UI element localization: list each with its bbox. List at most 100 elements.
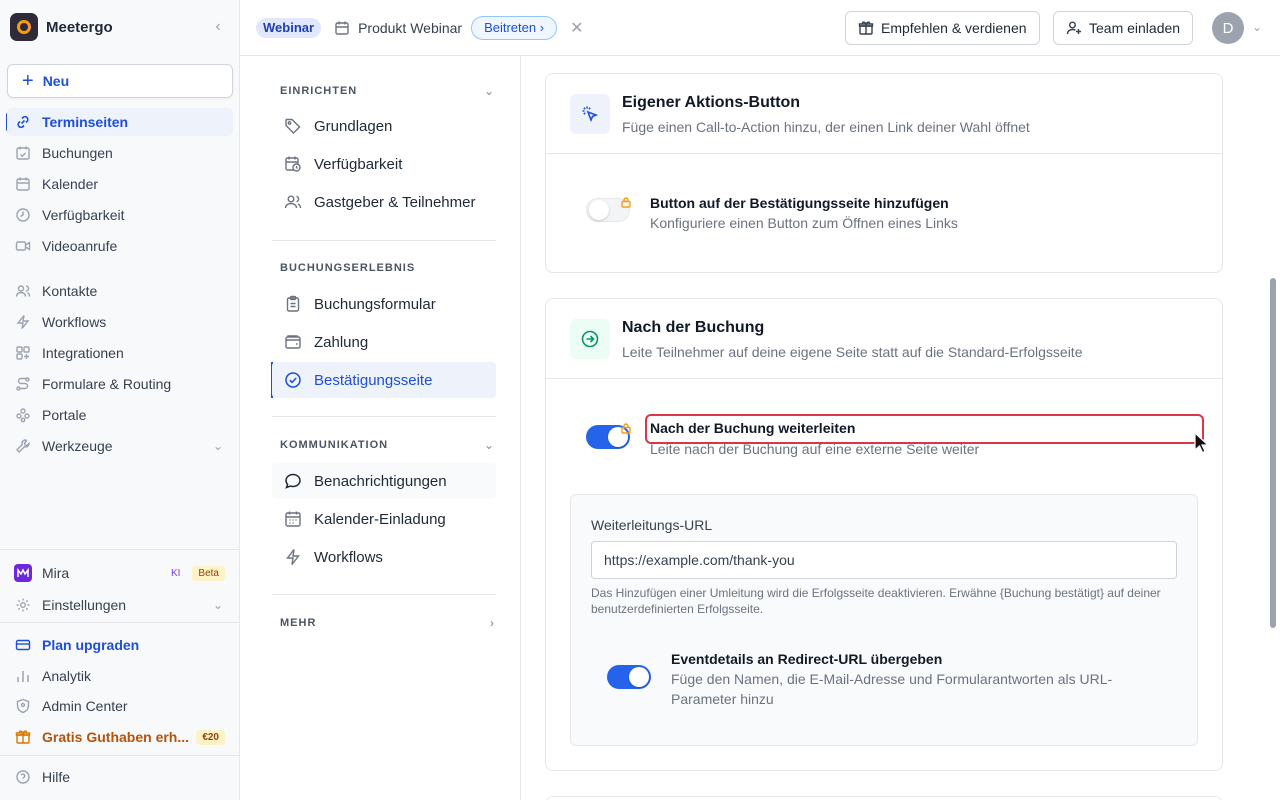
sidebar-divider [0,622,239,623]
wallet-icon [284,333,302,351]
brand[interactable]: Meetergo ‹ [10,13,228,41]
settings-item-grundlagen[interactable]: Grundlagen [272,108,496,144]
settings-item-buchungsformular[interactable]: Buchungsformular [272,286,496,322]
option-title: Button auf der Bestätigungsseite hinzufü… [650,195,949,211]
sidebar-item-label: Plan upgraden [42,637,140,653]
scrollbar[interactable] [1270,278,1276,628]
sidebar-item-gratis-guthaben[interactable]: Gratis Guthaben erh... €20 [7,723,233,751]
url-label: Weiterleitungs-URL [591,517,713,533]
settings-item-label: Workflows [314,548,383,566]
chevron-down-icon: ⌄ [212,598,223,612]
sidebar-item-label: Integrationen [42,345,124,361]
calendar-clock-icon [284,155,302,173]
sidebar-item-buchungen[interactable]: Buchungen [7,139,233,167]
sidebar-item-videoanrufe[interactable]: Videoanrufe [7,232,233,260]
cursor-click-icon [570,94,610,134]
invite-team-button[interactable]: Team einladen [1053,11,1194,45]
sidebar-item-label: Workflows [42,314,107,330]
webinar-tag: Webinar [256,17,322,38]
arrow-circle-right-icon [570,319,610,359]
sidebar-item-label: Einstellungen [42,597,127,613]
pass-event-details-toggle[interactable] [607,665,651,689]
card-subtitle: Leite Teilnehmer auf deine eigene Seite … [622,344,1083,360]
card-title: Eigener Aktions-Button [622,94,801,111]
sidebar-item-terminseiten[interactable]: Terminseiten [7,108,233,136]
avatar[interactable]: D [1212,12,1244,44]
after-booking-card: Nach der Buchung Leite Teilnehmer auf de… [545,298,1223,771]
settings-item-workflows[interactable]: Workflows [272,539,496,575]
gift-icon [858,21,874,35]
section-title: EINRICHTEN [280,85,358,97]
redirect-settings-panel: Weiterleitungs-URL Das Hinzufügen einer … [570,494,1198,746]
sidebar-item-admin-center[interactable]: Admin Center [7,692,233,720]
sidebar-item-einstellungen[interactable]: Einstellungen ⌄ [7,591,233,619]
sidebar-item-kontakte[interactable]: Kontakte [7,277,233,305]
option-description: Füge den Namen, die E-Mail-Adresse und F… [671,671,1113,707]
card-title: Nach der Buchung [622,319,765,336]
sidebar-item-formulare-routing[interactable]: Formulare & Routing [7,370,233,398]
calendar-grid-icon [284,510,302,528]
plus-icon: + [22,70,34,92]
sidebar-item-verfuegbarkeit[interactable]: Verfügbarkeit [7,201,233,229]
users-icon [284,193,302,211]
video-icon [14,237,32,255]
section-title: MEHR [280,617,317,629]
recommend-button[interactable]: Empfehlen & verdienen [845,11,1040,45]
settings-item-kalender-einladung[interactable]: Kalender-Einladung [272,501,496,537]
sidebar-item-label: Portale [42,407,87,423]
option-title: Eventdetails an Redirect-URL übergeben [671,651,943,667]
gift-icon [14,728,32,746]
card-subtitle: Füge einen Call-to-Action hinzu, der ein… [622,119,1030,135]
settings-divider [272,240,496,241]
sidebar-item-integrationen[interactable]: Integrationen [7,339,233,367]
redirect-hint: Das Hinzufügen einer Umleitung wird die … [591,586,1161,616]
collapse-sidebar-icon[interactable]: ‹ [208,18,228,36]
sidebar-item-workflows[interactable]: Workflows [7,308,233,336]
clipboard-icon [284,295,302,313]
sidebar-item-hilfe[interactable]: Hilfe [7,763,233,791]
sidebar-item-mira[interactable]: Mira KI Beta [7,559,233,587]
sidebar-item-label: Mira [42,565,70,581]
join-button[interactable]: Beitreten › [471,15,558,40]
action-button-card: Eigener Aktions-Button Füge einen Call-t… [545,73,1223,273]
mira-icon [14,564,32,582]
sidebar-item-werkzeuge[interactable]: Werkzeuge ⌄ [7,432,233,460]
sidebar-item-label: Buchungen [42,145,113,161]
settings-item-verfuegbarkeit[interactable]: Verfügbarkeit [272,146,496,182]
new-button[interactable]: + Neu [7,64,233,98]
settings-item-bestaetigungsseite[interactable]: Bestätigungsseite [272,362,496,398]
credit-card-icon [14,636,32,654]
shield-icon [14,697,32,715]
sidebar-item-label: Admin Center [42,698,128,714]
section-mehr[interactable]: MEHR › [280,616,494,630]
chevron-down-icon[interactable]: ⌄ [1252,20,1262,34]
settings-item-zahlung[interactable]: Zahlung [272,324,496,360]
new-button-label: Neu [42,73,70,89]
sidebar-divider [0,755,239,756]
help-icon [14,768,32,786]
settings-item-gastgeber[interactable]: Gastgeber & Teilnehmer [272,184,496,220]
section-kommunikation[interactable]: KOMMUNIKATION ⌄ [280,438,494,452]
chevron-down-icon: ⌄ [483,438,494,452]
mouse-cursor-icon [1194,432,1210,454]
settings-item-benachrichtigungen[interactable]: Benachrichtigungen [272,463,496,499]
gear-icon [14,596,32,614]
bar-chart-icon [14,667,32,685]
next-card [545,796,1223,800]
close-icon[interactable]: ✕ [570,18,583,38]
settings-divider [272,594,496,595]
brand-name: Meetergo [46,18,113,36]
sidebar-item-label: Gratis Guthaben erh... [42,729,190,745]
sidebar-item-label: Werkzeuge [42,438,113,454]
sidebar-item-kalender[interactable]: Kalender [7,170,233,198]
message-icon [284,472,302,490]
settings-item-label: Bestätigungsseite [314,371,433,389]
sidebar-item-analytik[interactable]: Analytik [7,662,233,690]
sidebar-item-portale[interactable]: Portale [7,401,233,429]
calendar-icon [335,21,349,35]
sidebar-item-plan-upgraden[interactable]: Plan upgraden [7,631,233,659]
sidebar-divider [0,549,239,550]
join-button-label: Beitreten [484,20,537,35]
redirect-url-input[interactable] [591,541,1177,579]
section-einrichten[interactable]: EINRICHTEN ⌄ [280,84,494,98]
